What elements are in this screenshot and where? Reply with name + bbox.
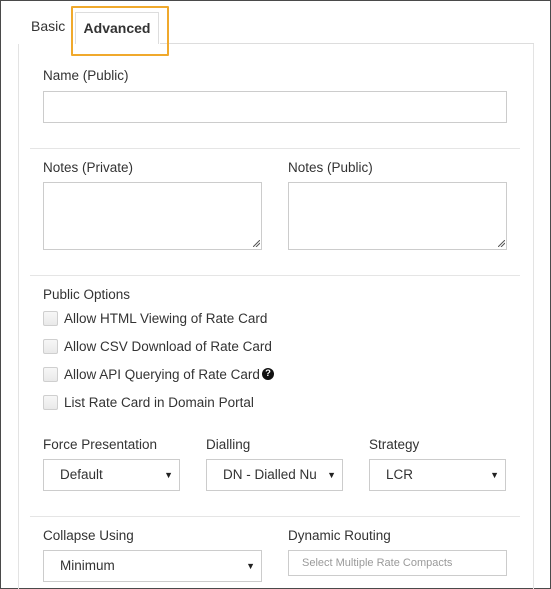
- allow-html-viewing-label[interactable]: Allow HTML Viewing of Rate Card: [64, 311, 267, 326]
- allow-html-viewing-checkbox[interactable]: [43, 311, 58, 326]
- caret-down-icon: ▼: [164, 470, 173, 480]
- dynamic-routing-label: Dynamic Routing: [288, 528, 391, 543]
- force-presentation-label: Force Presentation: [43, 437, 158, 452]
- collapse-using-select[interactable]: Minimum ▼: [43, 550, 262, 582]
- resize-grip-icon[interactable]: [253, 240, 260, 247]
- force-presentation-value: Default: [60, 467, 103, 482]
- dialling-select[interactable]: DN - Dialled Nu ▼: [206, 459, 343, 491]
- name-public-label: Name (Public): [43, 68, 129, 83]
- allow-api-querying-checkbox[interactable]: [43, 367, 58, 382]
- collapse-using-value: Minimum: [60, 558, 115, 573]
- allow-csv-download-checkbox[interactable]: [43, 339, 58, 354]
- force-presentation-select[interactable]: Default ▼: [43, 459, 180, 491]
- tab-advanced[interactable]: Advanced: [75, 12, 159, 44]
- strategy-select[interactable]: LCR ▼: [369, 459, 506, 491]
- tab-basic[interactable]: Basic: [31, 9, 65, 44]
- caret-down-icon: ▼: [246, 561, 255, 571]
- strategy-value: LCR: [386, 467, 414, 482]
- list-in-domain-portal-checkbox[interactable]: [43, 395, 58, 410]
- panel-border-right: [533, 44, 534, 589]
- dynamic-routing-multiselect[interactable]: Select Multiple Rate Compacts: [288, 550, 507, 576]
- section-divider: [30, 148, 520, 149]
- notes-public-textarea[interactable]: [288, 182, 507, 250]
- caret-down-icon: ▼: [490, 470, 499, 480]
- tabs-underline: [160, 43, 534, 44]
- section-divider: [30, 516, 520, 517]
- resize-grip-icon[interactable]: [498, 240, 505, 247]
- panel-border-left: [18, 44, 19, 589]
- allow-csv-download-label[interactable]: Allow CSV Download of Rate Card: [64, 339, 272, 354]
- dialling-label: Dialling: [206, 437, 251, 452]
- public-options-heading: Public Options: [43, 287, 131, 302]
- caret-down-icon: ▼: [327, 470, 336, 480]
- notes-private-label: Notes (Private): [43, 160, 134, 175]
- notes-public-label: Notes (Public): [288, 160, 373, 175]
- notes-private-textarea[interactable]: [43, 182, 262, 250]
- section-divider: [30, 275, 520, 276]
- dialling-value: DN - Dialled Nu: [223, 467, 317, 482]
- strategy-label: Strategy: [369, 437, 420, 452]
- name-public-input[interactable]: [43, 91, 507, 123]
- collapse-using-label: Collapse Using: [43, 528, 134, 543]
- list-in-domain-portal-label[interactable]: List Rate Card in Domain Portal: [64, 395, 254, 410]
- question-circle-icon[interactable]: ?: [262, 368, 274, 380]
- allow-api-querying-label[interactable]: Allow API Querying of Rate Card: [64, 367, 260, 382]
